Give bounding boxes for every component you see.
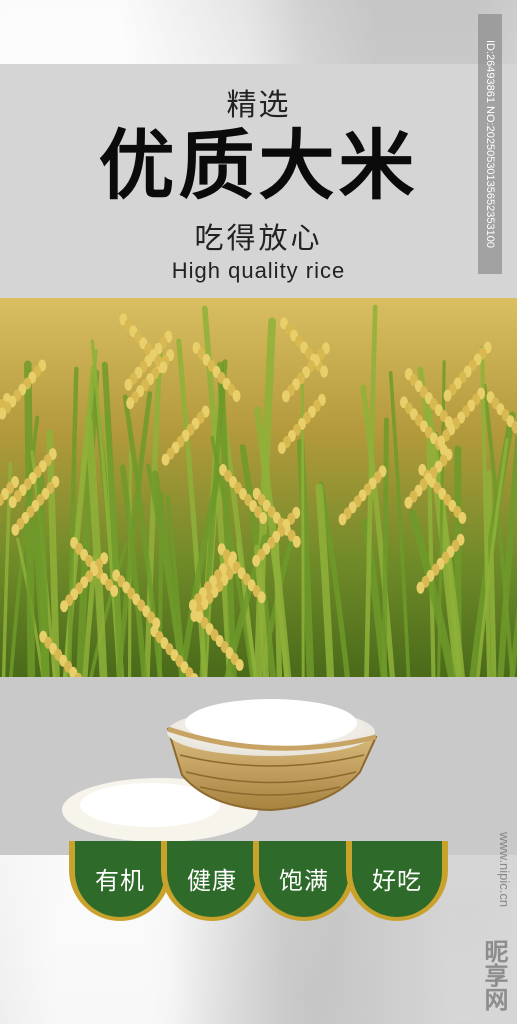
watermark-logo: 昵享网 bbox=[480, 939, 508, 1011]
rice-leaf bbox=[157, 491, 164, 677]
rice-field-image bbox=[0, 298, 517, 677]
badge-plump: 饱满 bbox=[253, 841, 355, 923]
feature-badges: 有机 健康 饱满 好吃 bbox=[0, 841, 517, 925]
badge-label-organic: 有机 bbox=[95, 867, 145, 895]
badge-label-plump: 饱满 bbox=[279, 867, 329, 895]
badge-organic: 有机 bbox=[69, 841, 171, 923]
subtitle-selected: 精选 bbox=[226, 88, 291, 123]
watermark-site-text: www.nipic.cn bbox=[497, 832, 512, 908]
badge-healthy: 健康 bbox=[161, 841, 263, 923]
watermark-id-text: ID:26493861 NO:20250530135652353100 bbox=[484, 40, 496, 248]
rice-leaf bbox=[381, 417, 389, 677]
badge-label-tasty: 好吃 bbox=[372, 867, 422, 895]
badge-label-healthy: 健康 bbox=[187, 867, 237, 895]
rice-leaf bbox=[273, 540, 283, 677]
badge-tasty: 好吃 bbox=[346, 841, 448, 923]
slogan: 吃得放心 bbox=[194, 221, 323, 255]
main-title: 优质大米 bbox=[98, 121, 419, 210]
english-tagline: High quality rice bbox=[171, 258, 346, 283]
rice-bowl-panel bbox=[0, 677, 517, 855]
